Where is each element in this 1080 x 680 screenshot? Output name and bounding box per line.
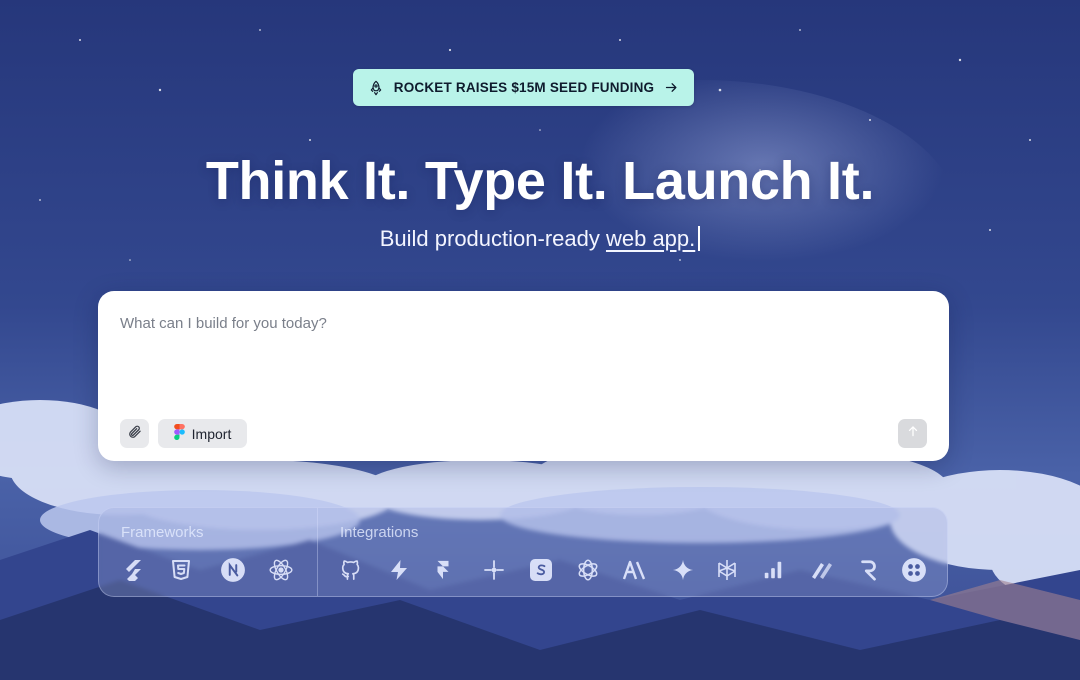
node-network-icon[interactable]	[480, 556, 508, 584]
import-button[interactable]: Import	[158, 419, 247, 448]
figma-icon	[173, 424, 185, 443]
subline-highlight: web app.	[605, 226, 696, 251]
integrations-label: Integrations	[340, 524, 419, 541]
anthropic-icon[interactable]	[621, 556, 649, 584]
announcement-banner[interactable]: ROCKET RAISES $15M SEED FUNDING	[353, 69, 694, 106]
gemini-icon[interactable]	[669, 556, 697, 584]
openai-icon[interactable]	[574, 556, 602, 584]
attach-button[interactable]	[120, 419, 149, 448]
nextjs-icon[interactable]	[219, 556, 247, 584]
hero-headline: Think It. Type It. Launch It.	[205, 151, 875, 211]
hero-subline: Build production-ready web app.	[0, 226, 1080, 252]
react-icon[interactable]	[267, 556, 295, 584]
prompt-card: Import	[98, 291, 949, 461]
tools-panel: Frameworks Integrations	[98, 507, 948, 597]
resend-icon[interactable]	[855, 556, 883, 584]
frameworks-label: Frameworks	[121, 524, 204, 541]
arrow-right-icon	[664, 80, 679, 95]
rocket-icon	[368, 80, 384, 96]
tools-divider	[317, 508, 318, 596]
mailgun-icon[interactable]	[807, 556, 835, 584]
analytics-icon[interactable]	[759, 556, 787, 584]
arrow-up-icon	[906, 424, 920, 443]
send-button[interactable]	[898, 419, 927, 448]
stripe-icon[interactable]	[527, 556, 555, 584]
subline-prefix: Build production-ready	[379, 226, 606, 251]
perplexity-icon[interactable]	[713, 556, 741, 584]
flutter-icon[interactable]	[119, 556, 147, 584]
paperclip-icon	[127, 424, 142, 444]
html5-icon[interactable]	[167, 556, 195, 584]
github-icon[interactable]	[337, 556, 365, 584]
typing-caret	[698, 226, 701, 251]
supabase-icon[interactable]	[385, 556, 413, 584]
prompt-input[interactable]	[120, 315, 920, 405]
import-label: Import	[191, 425, 232, 442]
twilio-icon[interactable]	[900, 556, 928, 584]
framer-icon[interactable]	[429, 556, 457, 584]
announcement-text: ROCKET RAISES $15M SEED FUNDING	[393, 80, 655, 95]
